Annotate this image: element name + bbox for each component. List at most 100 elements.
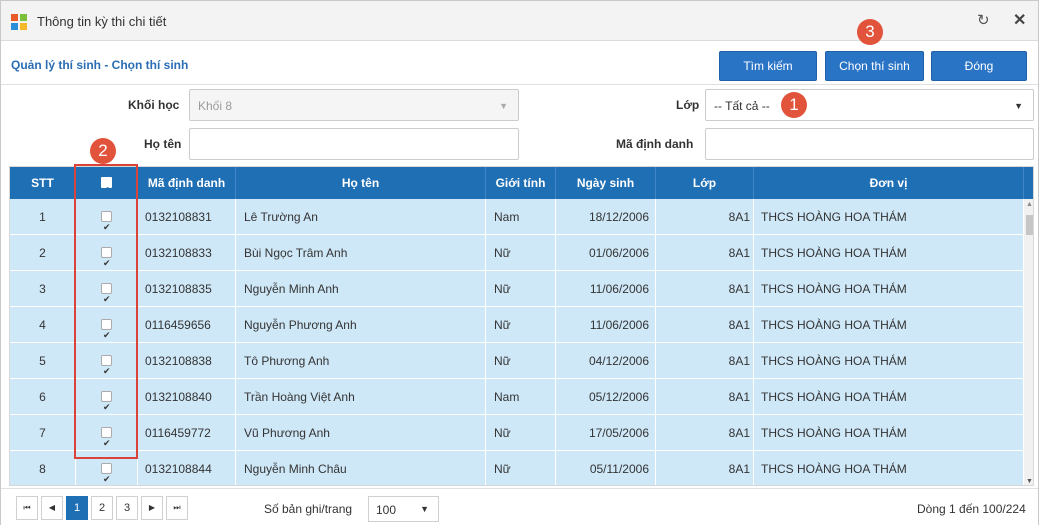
row-checkbox[interactable] [76, 307, 138, 343]
checkbox-checked-icon [101, 245, 112, 271]
don-vi-cell: THCS HOÀNG HOA THÁM [754, 379, 1024, 415]
row-checkbox[interactable] [76, 235, 138, 271]
don-vi-cell: THCS HOÀNG HOA THÁM [754, 451, 1024, 485]
page-subtitle: Quản lý thí sinh - Chọn thí sinh [11, 58, 189, 72]
close-icon[interactable]: ✕ [1013, 10, 1026, 30]
row-checkbox[interactable] [76, 343, 138, 379]
ma-dinh-danh-input[interactable] [705, 128, 1034, 160]
page-2-button[interactable]: 2 [91, 496, 113, 520]
stt-cell: 7 [10, 415, 76, 451]
col-lop: Lớp [656, 167, 754, 199]
table-row[interactable]: 3 0132108835 Nguyễn Minh Anh Nữ 11/06/20… [10, 271, 1024, 307]
lop-select[interactable]: -- Tất cả -- ▼ [705, 89, 1034, 121]
ma-cell: 0132108833 [138, 235, 236, 271]
chevron-down-icon: ▼ [1014, 101, 1023, 111]
ten-cell: Bùi Ngọc Trâm Anh [236, 235, 486, 271]
gioi-tinh-cell: Nam [486, 379, 556, 415]
col-stt: STT [10, 167, 76, 199]
ten-cell: Trần Hoàng Việt Anh [236, 379, 486, 415]
don-vi-cell: THCS HOÀNG HOA THÁM [754, 235, 1024, 271]
lop-cell: 8A1 [656, 235, 754, 271]
don-vi-cell: THCS HOÀNG HOA THÁM [754, 199, 1024, 235]
checkbox-checked-icon [101, 353, 112, 379]
ten-cell: Vũ Phương Anh [236, 415, 486, 451]
table-row[interactable]: 2 0132108833 Bùi Ngọc Trâm Anh Nữ 01/06/… [10, 235, 1024, 271]
row-checkbox[interactable] [76, 379, 138, 415]
row-checkbox[interactable] [76, 415, 138, 451]
ten-cell: Lê Trường An [236, 199, 486, 235]
stt-cell: 2 [10, 235, 76, 271]
stt-cell: 8 [10, 451, 76, 485]
search-button[interactable]: Tìm kiếm [719, 51, 817, 81]
ngay-sinh-cell: 18/12/2006 [556, 199, 656, 235]
row-checkbox[interactable] [76, 451, 138, 485]
vertical-scrollbar[interactable]: ▲ ▼ [1024, 199, 1033, 485]
ngay-sinh-cell: 17/05/2006 [556, 415, 656, 451]
gioi-tinh-cell: Nữ [486, 415, 556, 451]
refresh-icon[interactable]: ↻ [977, 11, 990, 29]
scroll-up-icon[interactable]: ▲ [1026, 201, 1033, 208]
don-vi-cell: THCS HOÀNG HOA THÁM [754, 343, 1024, 379]
ngay-sinh-cell: 05/11/2006 [556, 451, 656, 485]
table-row[interactable]: 4 0116459656 Nguyễn Phương Anh Nữ 11/06/… [10, 307, 1024, 343]
ho-ten-input[interactable] [189, 128, 519, 160]
page-1-button[interactable]: 1 [66, 496, 88, 520]
gioi-tinh-cell: Nữ [486, 307, 556, 343]
dialog-window: Thông tin kỳ thi chi tiết ↻ ✕ Quản lý th… [0, 0, 1039, 525]
first-page-icon[interactable]: ⏮ [16, 496, 38, 520]
ma-cell: 0116459656 [138, 307, 236, 343]
app-logo-icon [11, 14, 27, 30]
ma-dinh-danh-label: Mã định danh [616, 137, 694, 151]
row-checkbox[interactable] [76, 271, 138, 307]
lop-cell: 8A1 [656, 343, 754, 379]
stt-cell: 4 [10, 307, 76, 343]
scrollbar-thumb[interactable] [1026, 215, 1033, 235]
khoi-hoc-select[interactable]: Khối 8 ▼ [189, 89, 519, 121]
stt-cell: 1 [10, 199, 76, 235]
ten-cell: Tô Phương Anh [236, 343, 486, 379]
ma-cell: 0132108835 [138, 271, 236, 307]
ma-cell: 0132108840 [138, 379, 236, 415]
ngay-sinh-cell: 11/06/2006 [556, 271, 656, 307]
gioi-tinh-cell: Nữ [486, 451, 556, 485]
col-ngay-sinh: Ngày sinh [556, 167, 656, 199]
gioi-tinh-cell: Nữ [486, 235, 556, 271]
col-ma-dinh-danh: Mã định danh [138, 167, 236, 199]
window-title: Thông tin kỳ thi chi tiết [37, 14, 167, 29]
select-all-checkbox[interactable] [76, 167, 138, 206]
khoi-hoc-label: Khối học [128, 98, 180, 112]
checkbox-checked-icon [101, 317, 112, 343]
lop-cell: 8A1 [656, 415, 754, 451]
ten-cell: Nguyễn Minh Châu [236, 451, 486, 485]
pagination-bar: ⏮ ◀ 1 2 3 ▶ ⏭ Số bản ghi/trang 100 ▼ Dòn… [1, 488, 1038, 525]
table-row[interactable]: 7 0116459772 Vũ Phương Anh Nữ 17/05/2006… [10, 415, 1024, 451]
next-page-icon[interactable]: ▶ [141, 496, 163, 520]
ma-cell: 0132108838 [138, 343, 236, 379]
candidate-table: STT Mã định danh Họ tên Giới tính Ngày s… [9, 166, 1034, 486]
table-header: STT Mã định danh Họ tên Giới tính Ngày s… [10, 167, 1033, 206]
last-page-icon[interactable]: ⏭ [166, 496, 188, 520]
pagination-info: Dòng 1 đến 100/224 [917, 502, 1026, 516]
page-3-button[interactable]: 3 [116, 496, 138, 520]
ngay-sinh-cell: 05/12/2006 [556, 379, 656, 415]
table-row[interactable]: 1 0132108831 Lê Trường An Nam 18/12/2006… [10, 199, 1024, 235]
choose-candidates-button[interactable]: Chọn thí sinh [825, 51, 924, 81]
lop-value: -- Tất cả -- [714, 99, 770, 113]
table-row[interactable]: 6 0132108840 Trần Hoàng Việt Anh Nam 05/… [10, 379, 1024, 415]
row-checkbox[interactable] [76, 199, 138, 235]
ma-cell: 0132108831 [138, 199, 236, 235]
col-gioi-tinh: Giới tính [486, 167, 556, 199]
toolbar: Quản lý thí sinh - Chọn thí sinh Tìm kiế… [1, 41, 1038, 85]
lop-cell: 8A1 [656, 199, 754, 235]
prev-page-icon[interactable]: ◀ [41, 496, 63, 520]
page-size-select[interactable]: 100 ▼ [368, 496, 439, 522]
chevron-down-icon: ▼ [420, 504, 429, 514]
table-row[interactable]: 8 0132108844 Nguyễn Minh Châu Nữ 05/11/2… [10, 451, 1024, 485]
ma-cell: 0132108844 [138, 451, 236, 485]
table-row[interactable]: 5 0132108838 Tô Phương Anh Nữ 04/12/2006… [10, 343, 1024, 379]
scroll-down-icon[interactable]: ▼ [1026, 478, 1033, 485]
step-badge-1: 1 [781, 92, 807, 118]
close-button[interactable]: Đóng [931, 51, 1027, 81]
don-vi-cell: THCS HOÀNG HOA THÁM [754, 415, 1024, 451]
stt-cell: 5 [10, 343, 76, 379]
